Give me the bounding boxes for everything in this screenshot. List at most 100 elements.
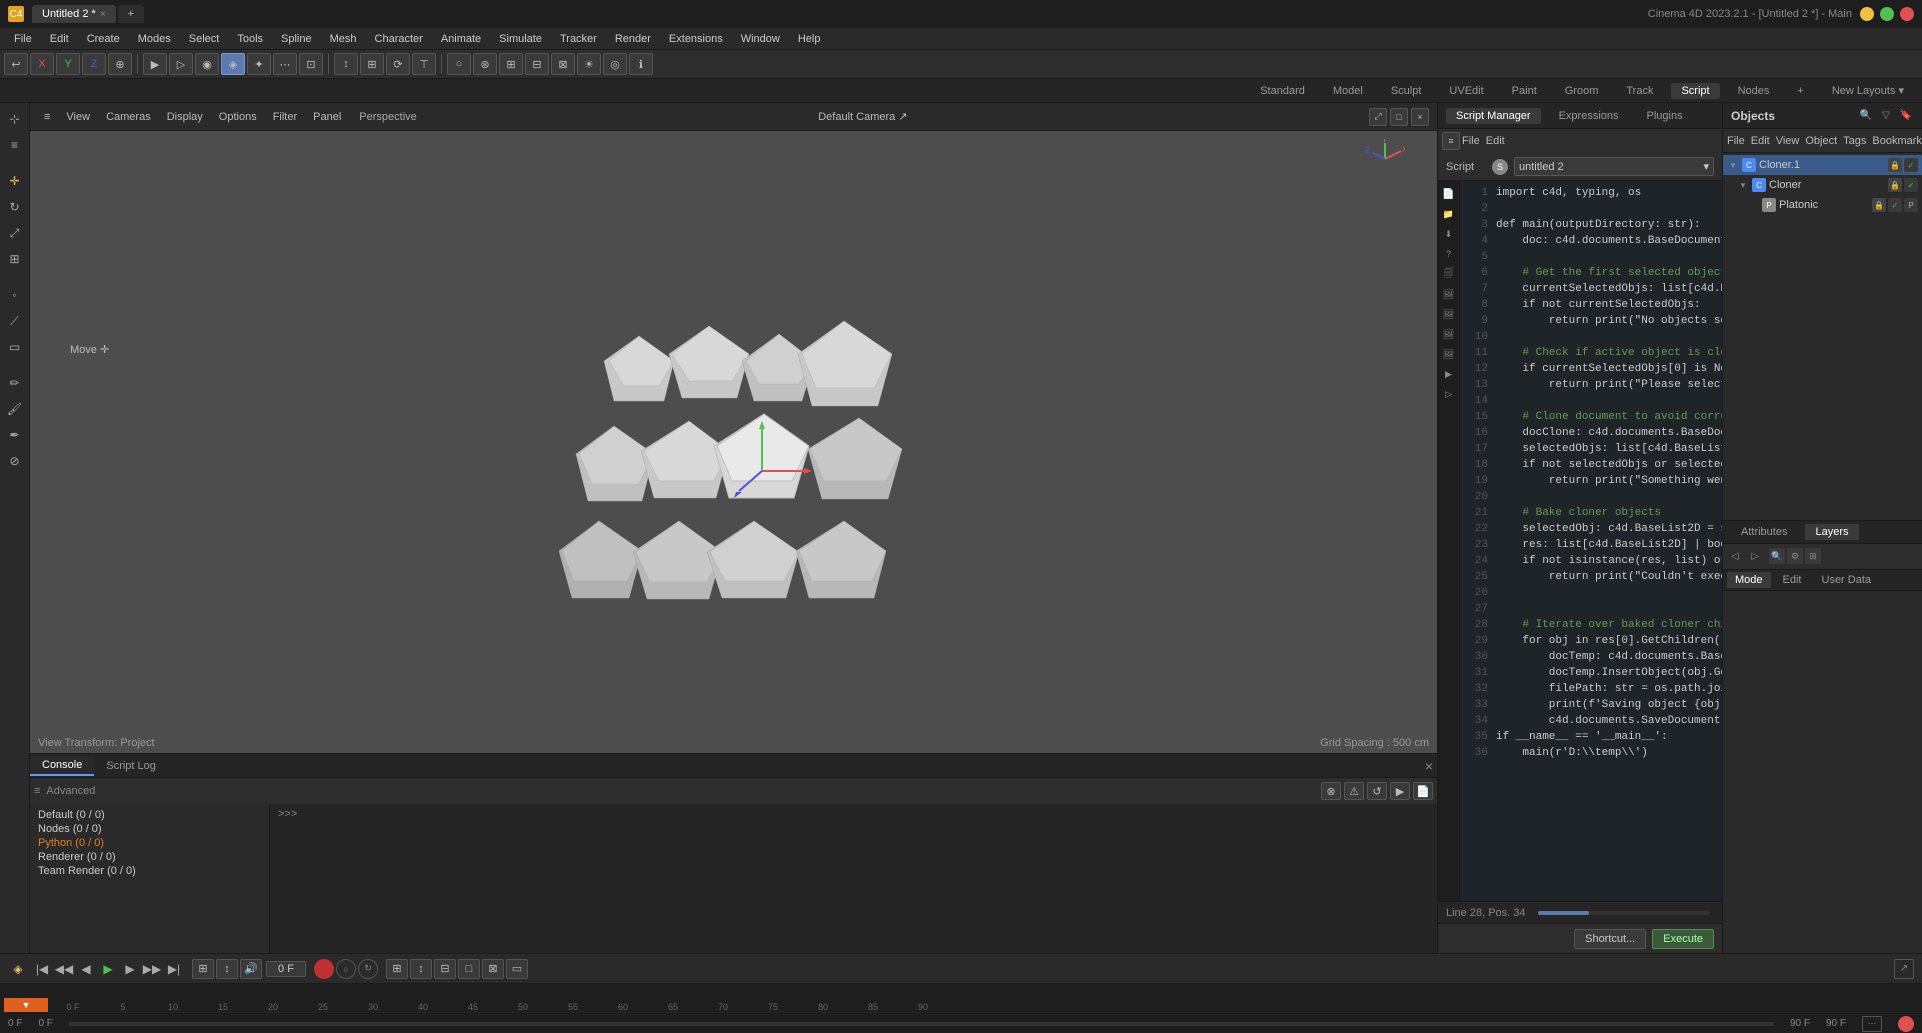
- toolbar-more2[interactable]: ⊡: [299, 53, 323, 75]
- timeline-extra6[interactable]: ▭: [506, 959, 528, 979]
- sm-file-btn[interactable]: ≡: [1442, 132, 1460, 150]
- shortcut-button[interactable]: Shortcut...: [1574, 929, 1646, 949]
- menu-file[interactable]: File: [6, 31, 40, 47]
- console-close-button[interactable]: ×: [1421, 758, 1437, 774]
- toolbar-move[interactable]: ↕: [334, 53, 358, 75]
- object-item-cloner[interactable]: ▾ C Cloner 🔒 ✓: [1723, 175, 1922, 195]
- sm-icon-8[interactable]: 🖼: [1440, 325, 1458, 343]
- viewport-view-btn[interactable]: View: [60, 109, 96, 125]
- timeline-extra2[interactable]: ↕: [410, 959, 432, 979]
- timeline-mode1[interactable]: ⊞: [192, 959, 214, 979]
- toolbar-render2[interactable]: ▷: [169, 53, 193, 75]
- console-tab-scriptlog[interactable]: Script Log: [94, 757, 168, 775]
- menu-select[interactable]: Select: [181, 31, 228, 47]
- prev-key-btn[interactable]: ◀: [76, 959, 96, 979]
- timeline-mode2[interactable]: ↕: [216, 959, 238, 979]
- sm-icon-11[interactable]: ▷: [1440, 385, 1458, 403]
- objects-view-btn[interactable]: View: [1776, 135, 1800, 147]
- menu-create[interactable]: Create: [79, 31, 128, 47]
- attr-action1[interactable]: 🔍: [1769, 548, 1785, 564]
- viewport-close-btn[interactable]: ×: [1411, 108, 1429, 126]
- tool-paint[interactable]: ✏: [3, 371, 27, 395]
- tool-transform[interactable]: ⊞: [3, 247, 27, 271]
- toolbar-y[interactable]: Y: [56, 53, 80, 75]
- viewport[interactable]: ≡ View Cameras Display Options Filter Pa…: [30, 103, 1437, 753]
- timeline-icon1[interactable]: ○: [336, 959, 356, 979]
- menu-animate[interactable]: Animate: [433, 31, 489, 47]
- console-warn-btn[interactable]: ⚠: [1344, 782, 1364, 800]
- expand-cloner1[interactable]: ▾: [1727, 159, 1739, 171]
- goto-btn[interactable]: ↗: [1894, 959, 1914, 979]
- toolbar-lock[interactable]: ○: [447, 53, 471, 75]
- attr-action2[interactable]: ⚙: [1787, 548, 1803, 564]
- panel-filter-icon[interactable]: ▽: [1878, 108, 1894, 124]
- attr-prev-btn[interactable]: ◁: [1727, 548, 1743, 564]
- object-item-platonic[interactable]: P Platonic 🔒 ✓ P: [1723, 195, 1922, 215]
- sm-icon-6[interactable]: 🖼: [1440, 285, 1458, 303]
- sm-icon-9[interactable]: 🖼: [1440, 345, 1458, 363]
- execute-button[interactable]: Execute: [1652, 929, 1714, 949]
- tool-edges[interactable]: ⟋: [3, 309, 27, 333]
- toolbar-light[interactable]: ☀: [577, 53, 601, 75]
- toolbar-scale[interactable]: ⊞: [360, 53, 384, 75]
- toolbar-rotate[interactable]: ⟳: [386, 53, 410, 75]
- sm-icon-1[interactable]: 📄: [1440, 185, 1458, 203]
- timeline-icon2[interactable]: ↻: [358, 959, 378, 979]
- tool-select[interactable]: ⊹: [3, 107, 27, 131]
- prev-frame-btn[interactable]: ◀◀: [54, 959, 74, 979]
- play-stop-btn[interactable]: ▶: [98, 959, 118, 979]
- menu-render[interactable]: Render: [607, 31, 659, 47]
- console-script-btn[interactable]: 📄: [1413, 782, 1433, 800]
- menu-spline[interactable]: Spline: [273, 31, 320, 47]
- object-item-cloner1[interactable]: ▾ C Cloner.1 🔒 ✓: [1723, 155, 1922, 175]
- attr-next-btn[interactable]: ▷: [1747, 548, 1763, 564]
- timeline-audio[interactable]: 🔊: [240, 959, 262, 979]
- menu-help[interactable]: Help: [790, 31, 829, 47]
- workflow-script[interactable]: Script: [1671, 83, 1719, 99]
- attr-sub-edit[interactable]: Edit: [1775, 572, 1810, 588]
- objects-object-btn[interactable]: Object: [1805, 135, 1837, 147]
- timeline-extra4[interactable]: □: [458, 959, 480, 979]
- go-start-btn[interactable]: |◀: [32, 959, 52, 979]
- current-frame-input[interactable]: 0 F: [266, 961, 306, 977]
- tool-erase[interactable]: ⊘: [3, 449, 27, 473]
- tool-paint2[interactable]: 🖌: [3, 397, 27, 421]
- tab-close-icon[interactable]: ×: [100, 9, 106, 20]
- attr-sub-userdata[interactable]: User Data: [1814, 572, 1880, 588]
- panel-search-icon[interactable]: 🔍: [1858, 108, 1874, 124]
- toolbar-snap[interactable]: ✦: [247, 53, 271, 75]
- menu-tools[interactable]: Tools: [229, 31, 271, 47]
- menu-window[interactable]: Window: [733, 31, 788, 47]
- toolbar-cam[interactable]: ◎: [603, 53, 627, 75]
- script-name-dropdown[interactable]: untitled 2 ▾: [1514, 157, 1714, 176]
- tool-rotate[interactable]: ↻: [3, 195, 27, 219]
- viewport-expand-btn[interactable]: ⤢: [1369, 108, 1387, 126]
- menu-simulate[interactable]: Simulate: [491, 31, 550, 47]
- toolbar-world[interactable]: ⊕: [108, 53, 132, 75]
- attr-tab-attributes[interactable]: Attributes: [1731, 524, 1797, 540]
- expand-cloner[interactable]: ▾: [1737, 179, 1749, 191]
- viewport-panel-btn[interactable]: Panel: [307, 109, 347, 125]
- sm-icon-3[interactable]: ⬇: [1440, 225, 1458, 243]
- workflow-paint[interactable]: Paint: [1502, 83, 1547, 99]
- console-run-btn[interactable]: ▶: [1390, 782, 1410, 800]
- param-indicator[interactable]: P: [1904, 198, 1918, 212]
- toolbar-coord[interactable]: ⊠: [551, 53, 575, 75]
- menu-modes[interactable]: Modes: [130, 31, 179, 47]
- toolbar-undo[interactable]: ↩: [4, 53, 28, 75]
- toolbar-x[interactable]: X: [30, 53, 54, 75]
- menu-character[interactable]: Character: [367, 31, 431, 47]
- menu-mesh[interactable]: Mesh: [322, 31, 365, 47]
- toolbar-plus[interactable]: ⊞: [499, 53, 523, 75]
- workflow-add[interactable]: +: [1787, 83, 1813, 99]
- viewport-options-btn[interactable]: Options: [213, 109, 263, 125]
- menu-extensions[interactable]: Extensions: [661, 31, 731, 47]
- sm-icon-4[interactable]: ?: [1440, 245, 1458, 263]
- objects-file-btn[interactable]: File: [1727, 135, 1745, 147]
- viewport-canvas[interactable]: X Y Z: [30, 131, 1437, 753]
- workflow-sculpt[interactable]: Sculpt: [1381, 83, 1432, 99]
- toolbar-render3[interactable]: ◉: [195, 53, 219, 75]
- viewport-menu-btn[interactable]: ≡: [38, 109, 56, 125]
- script-editor[interactable]: 1import c4d, typing, os23def main(output…: [1460, 181, 1722, 901]
- sm-tab-plugins[interactable]: Plugins: [1637, 108, 1693, 124]
